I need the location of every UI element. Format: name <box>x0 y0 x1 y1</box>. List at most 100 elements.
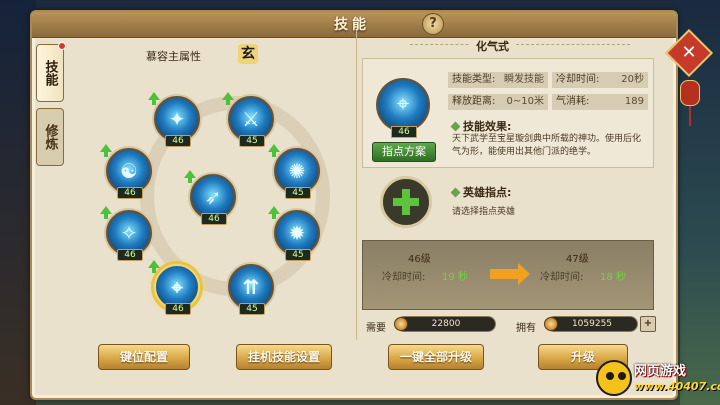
skill-level: 46 <box>117 187 143 199</box>
watermark-url: www.40407.com <box>634 380 720 393</box>
skill-level: 46 <box>165 303 191 315</box>
skill-type-row: 技能类型: 瞬发技能 <box>448 72 548 88</box>
skill-type-label: 技能类型: <box>452 74 496 85</box>
upgrade-arrow-icon <box>268 144 280 157</box>
current-level: 46级 <box>408 254 431 265</box>
mascot-eye-icon <box>606 372 614 380</box>
skill-level: 45 <box>239 135 265 147</box>
selected-skill-level: 46 <box>391 126 417 138</box>
effect-title: 技能效果: <box>463 120 512 133</box>
skill-level: 46 <box>201 213 227 225</box>
cost-have-bar: 1059255 <box>546 316 638 332</box>
cooldown-label: 冷却时间: <box>556 74 600 85</box>
window-title: 技能 <box>334 17 370 33</box>
upgrade-arrow-icon <box>148 92 160 105</box>
title-bar: 技能 ? <box>32 12 676 38</box>
close-icon: ✕ <box>681 42 697 63</box>
skill-slot[interactable]: ✧ 46 <box>100 206 152 261</box>
skill-icon: ⚔ <box>242 107 260 131</box>
skill-icon: ✹ <box>288 221 306 245</box>
skill-level: 45 <box>285 187 311 199</box>
cost-need-label: 需要 <box>366 323 386 334</box>
skill-slot[interactable]: ➶ 46 <box>184 170 236 225</box>
skill-type-value: 瞬发技能 <box>504 74 544 85</box>
effect-description: 天下武学至宝星璇剑典中所载的神功。使用后化气为形，能使用出其他门派的绝学。 <box>452 134 642 157</box>
guidance-plan-button[interactable]: 指点方案 <box>372 142 436 162</box>
skill-icon: ☯ <box>120 159 138 183</box>
upgrade-arrow-icon <box>184 170 196 183</box>
main-attribute-value: 玄 <box>238 44 258 64</box>
upgrade-arrow-icon <box>222 92 234 105</box>
hero-guidance-heading: 英雄指点: <box>450 184 512 200</box>
main-attribute-label: 慕容主属性 <box>146 50 201 63</box>
upgrade-arrow-icon <box>148 260 160 273</box>
coin-icon <box>394 317 408 331</box>
skill-icon: ✧ <box>120 221 138 245</box>
skill-name: 化气式 <box>470 38 515 54</box>
upgrade-arrow-icon <box>268 206 280 219</box>
upgrade-arrow-icon <box>100 206 112 219</box>
diamond-bullet-icon <box>450 187 461 198</box>
help-icon[interactable]: ? <box>422 13 444 35</box>
auto-skill-settings-button[interactable]: 挂机技能设置 <box>236 344 332 370</box>
site-watermark: 网页游戏 www.40407.com <box>588 350 720 405</box>
next-cooldown-label: 冷却时间: <box>540 272 584 283</box>
tab-cultivation-label: 修炼 <box>42 124 58 150</box>
effect-heading: 技能效果: <box>450 118 512 134</box>
skill-icon: ⌖ <box>171 275 183 299</box>
tab-cultivation[interactable]: 修炼 <box>36 108 64 166</box>
range-value: 0~10米 <box>506 96 544 107</box>
name-rule <box>410 44 630 45</box>
skill-icon: ✺ <box>288 159 306 183</box>
cost-have-label: 拥有 <box>516 323 536 334</box>
hero-guidance-hint: 请选择指点英雄 <box>452 207 516 217</box>
upgrade-all-button[interactable]: 一键全部升级 <box>388 344 484 370</box>
upgrade-arrow-icon <box>100 144 112 157</box>
qi-cost-row: 气消耗: 189 <box>552 94 648 110</box>
skill-slot[interactable]: ✹ 45 <box>268 206 320 261</box>
skill-icon: ✦ <box>168 107 186 131</box>
add-currency-button[interactable]: + <box>640 316 656 332</box>
current-cooldown-label: 冷却时间: <box>382 272 426 283</box>
qi-cost-label: 气消耗: <box>556 96 590 107</box>
skill-level: 45 <box>285 249 311 261</box>
selected-skill-icon: ⌖ 46 <box>376 78 430 138</box>
range-row: 释放距离: 0~10米 <box>448 94 548 110</box>
skill-icon: ⇈ <box>242 275 260 299</box>
tassel-ornament <box>689 106 691 126</box>
next-level: 47级 <box>566 254 589 265</box>
current-cooldown-value: 19 秒 <box>442 272 468 283</box>
skill-slot-selected[interactable]: ⌖ 46 <box>148 260 200 315</box>
range-label: 释放距离: <box>452 96 496 107</box>
tab-skills[interactable]: 技能 <box>36 42 66 102</box>
qi-cost-value: 189 <box>624 96 644 107</box>
cooldown-value: 20秒 <box>621 74 644 85</box>
keybind-config-button[interactable]: 键位配置 <box>98 344 190 370</box>
next-cooldown-value: 18 秒 <box>600 272 626 283</box>
diamond-bullet-icon <box>450 121 461 132</box>
hero-guidance-title: 英雄指点: <box>463 186 512 199</box>
skill-icon: ➶ <box>204 185 222 209</box>
skill-icon: ⌖ <box>396 92 410 117</box>
cost-need-bar: 22800 <box>396 316 496 332</box>
skill-slot[interactable]: ✺ 45 <box>268 144 320 199</box>
cooldown-row: 冷却时间: 20秒 <box>552 72 648 88</box>
notification-dot-icon <box>58 42 66 50</box>
skill-slot[interactable]: ✦ 46 <box>148 92 200 147</box>
mascot-eye-icon <box>618 372 626 380</box>
skill-level: 46 <box>165 135 191 147</box>
skill-slot[interactable]: ⇈ 45 <box>228 264 274 315</box>
skill-level: 46 <box>117 249 143 261</box>
mascot-logo-icon <box>596 360 632 396</box>
skill-slot[interactable]: ☯ 46 <box>100 144 152 199</box>
skill-slot[interactable]: ⚔ 45 <box>222 92 274 147</box>
cost-need-value: 22800 <box>431 319 461 329</box>
add-hero-button[interactable] <box>380 176 432 228</box>
watermark-title: 网页游戏 <box>634 364 687 379</box>
skill-level: 45 <box>239 303 265 315</box>
cost-have-value: 1059255 <box>571 319 613 329</box>
plus-icon <box>393 189 419 215</box>
lantern-ornament <box>680 80 700 106</box>
panel-divider <box>356 30 357 340</box>
tab-skills-label: 技能 <box>42 60 58 86</box>
